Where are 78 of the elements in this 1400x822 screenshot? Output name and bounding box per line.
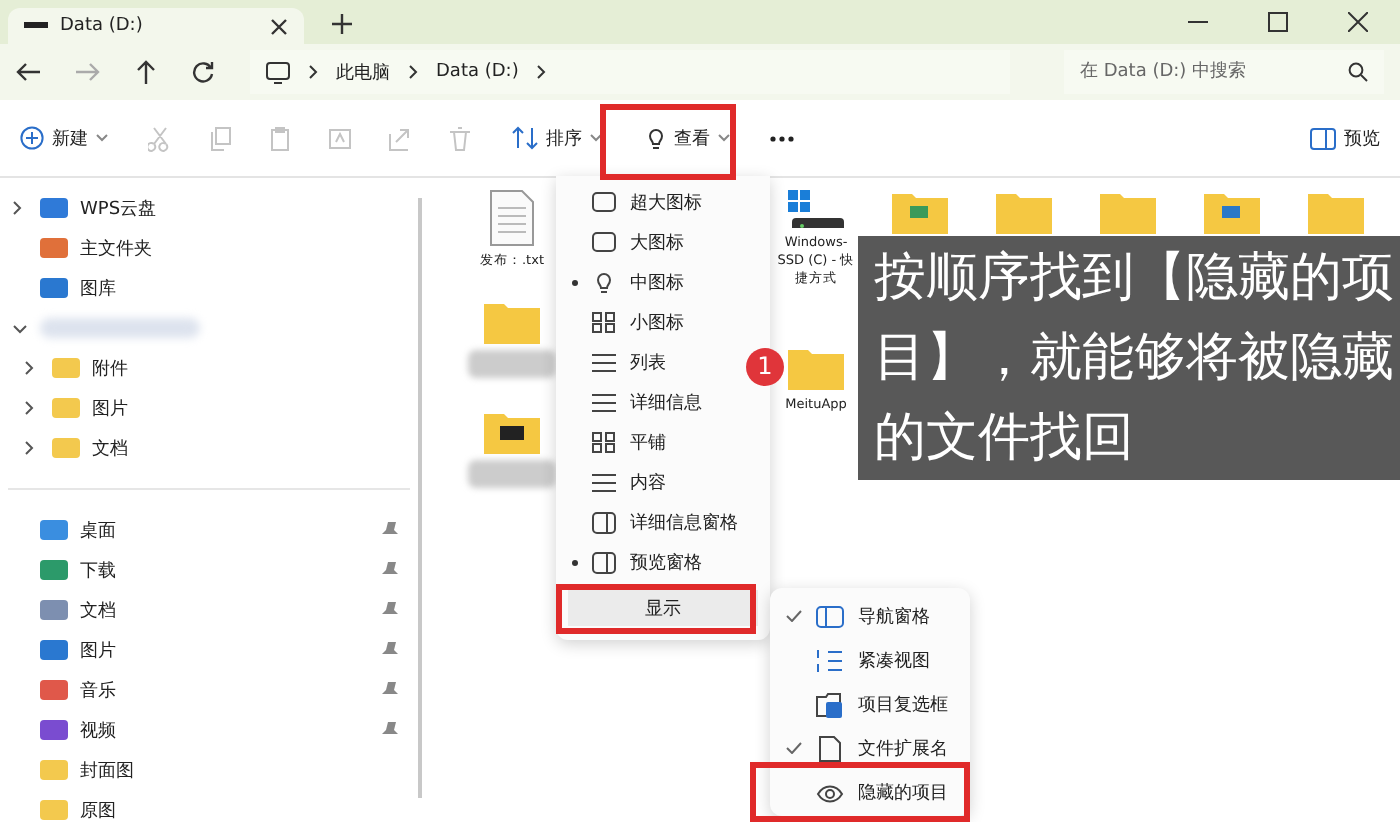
sidebar-item[interactable]: 封面图 (80, 757, 134, 783)
menu-item[interactable]: 文件扩展名 (770, 726, 970, 770)
caret-icon (590, 134, 602, 142)
caret-icon (718, 134, 730, 142)
up-icon[interactable] (136, 60, 156, 84)
search-icon (1348, 62, 1368, 82)
sidebar-item[interactable]: 文档 (92, 435, 128, 461)
menu-item[interactable]: 详细信息 (556, 382, 702, 422)
menu-item[interactable]: 列表 (556, 342, 666, 382)
monitor-icon (266, 61, 290, 83)
menu-item[interactable]: 预览窗格 (556, 542, 702, 582)
caret-icon (96, 134, 108, 142)
breadcrumb-item[interactable]: Data (D:) (436, 62, 519, 82)
menu-item[interactable]: 平铺 (556, 422, 666, 462)
menu-item[interactable]: 详细信息窗格 (556, 502, 738, 542)
plus-icon (20, 126, 44, 150)
list-icon (592, 471, 616, 493)
view-button[interactable]: 查看 (642, 121, 734, 155)
chevron-icon (408, 64, 418, 80)
sidebar-item[interactable]: 图片 (80, 637, 116, 663)
pane-icon (592, 551, 616, 573)
sidebar-item[interactable]: 主文件夹 (80, 235, 152, 261)
address-bar[interactable]: 此电脑 Data (D:) (250, 50, 1010, 94)
sidebar-item[interactable]: 原图 (80, 797, 116, 822)
window-tab[interactable]: Data (D:) (8, 8, 304, 44)
pane-icon (1310, 127, 1336, 149)
square-icon (592, 231, 616, 253)
menu-item[interactable]: 小图标 (556, 302, 684, 342)
bulb-icon (646, 126, 666, 150)
square-icon (592, 191, 616, 213)
menu-item[interactable]: 中图标 (556, 262, 684, 302)
chevron-icon (536, 64, 547, 80)
menu-item[interactable]: 项目复选框 (770, 682, 970, 726)
pane-icon (592, 511, 616, 533)
close-icon[interactable] (270, 17, 288, 35)
sidebar-item[interactable]: 下载 (80, 557, 116, 583)
sidebar-item[interactable]: WPS云盘 (80, 195, 157, 221)
pane-icon (816, 603, 844, 629)
checkbox-icon (816, 691, 844, 717)
sort-button[interactable]: 排序 (508, 121, 606, 155)
back-icon[interactable] (16, 62, 40, 82)
maximize-icon[interactable] (1268, 12, 1288, 32)
grid-icon (592, 431, 616, 453)
list-icon (592, 391, 616, 413)
step-badge: 1 (746, 348, 784, 386)
refresh-icon[interactable] (192, 61, 214, 83)
sidebar-item[interactable]: 图片 (92, 395, 128, 421)
breadcrumb-item[interactable]: 此电脑 (336, 59, 390, 85)
preview-button[interactable]: 预览 (1306, 121, 1384, 155)
menu-item[interactable]: 内容 (556, 462, 666, 502)
menu-item[interactable]: 隐藏的项目 (770, 770, 970, 814)
sidebar-item[interactable]: 桌面 (80, 517, 116, 543)
sidebar-item[interactable]: 视频 (80, 717, 116, 743)
sidebar-item[interactable]: 图库 (80, 275, 116, 301)
file-icon (816, 735, 844, 761)
text-file-icon[interactable] (490, 190, 534, 246)
highlight-frame (600, 104, 736, 180)
collapse-chevron-icon[interactable] (12, 323, 28, 333)
sidebar-item[interactable]: 音乐 (80, 677, 116, 703)
menu-item[interactable]: 大图标 (556, 222, 684, 262)
annotation-text: 按顺序找到【隐藏的项目】，就能够将被隐藏的文件找回 (858, 236, 1400, 480)
sort-icon (512, 126, 538, 150)
sidebar-item[interactable]: 文档 (80, 597, 116, 623)
close-icon[interactable] (1348, 12, 1368, 32)
more-icon[interactable] (770, 135, 794, 141)
chevron-icon (308, 64, 318, 80)
grid-icon (592, 311, 616, 333)
search-field[interactable]: 在 Data (D:) 中搜索 (1064, 50, 1384, 94)
menu-item[interactable]: 超大图标 (556, 182, 702, 222)
sidebar-item[interactable]: 附件 (92, 355, 128, 381)
list-icon (816, 647, 844, 673)
list-icon (592, 351, 616, 373)
menu-item[interactable]: 紧凑视图 (770, 638, 970, 682)
bulb-icon (592, 271, 616, 293)
menu-item[interactable]: 导航窗格 (770, 594, 970, 638)
new-button[interactable]: 新建 (16, 121, 112, 155)
show-button[interactable]: 显示 (568, 590, 758, 626)
new-tab-icon[interactable] (332, 14, 352, 34)
